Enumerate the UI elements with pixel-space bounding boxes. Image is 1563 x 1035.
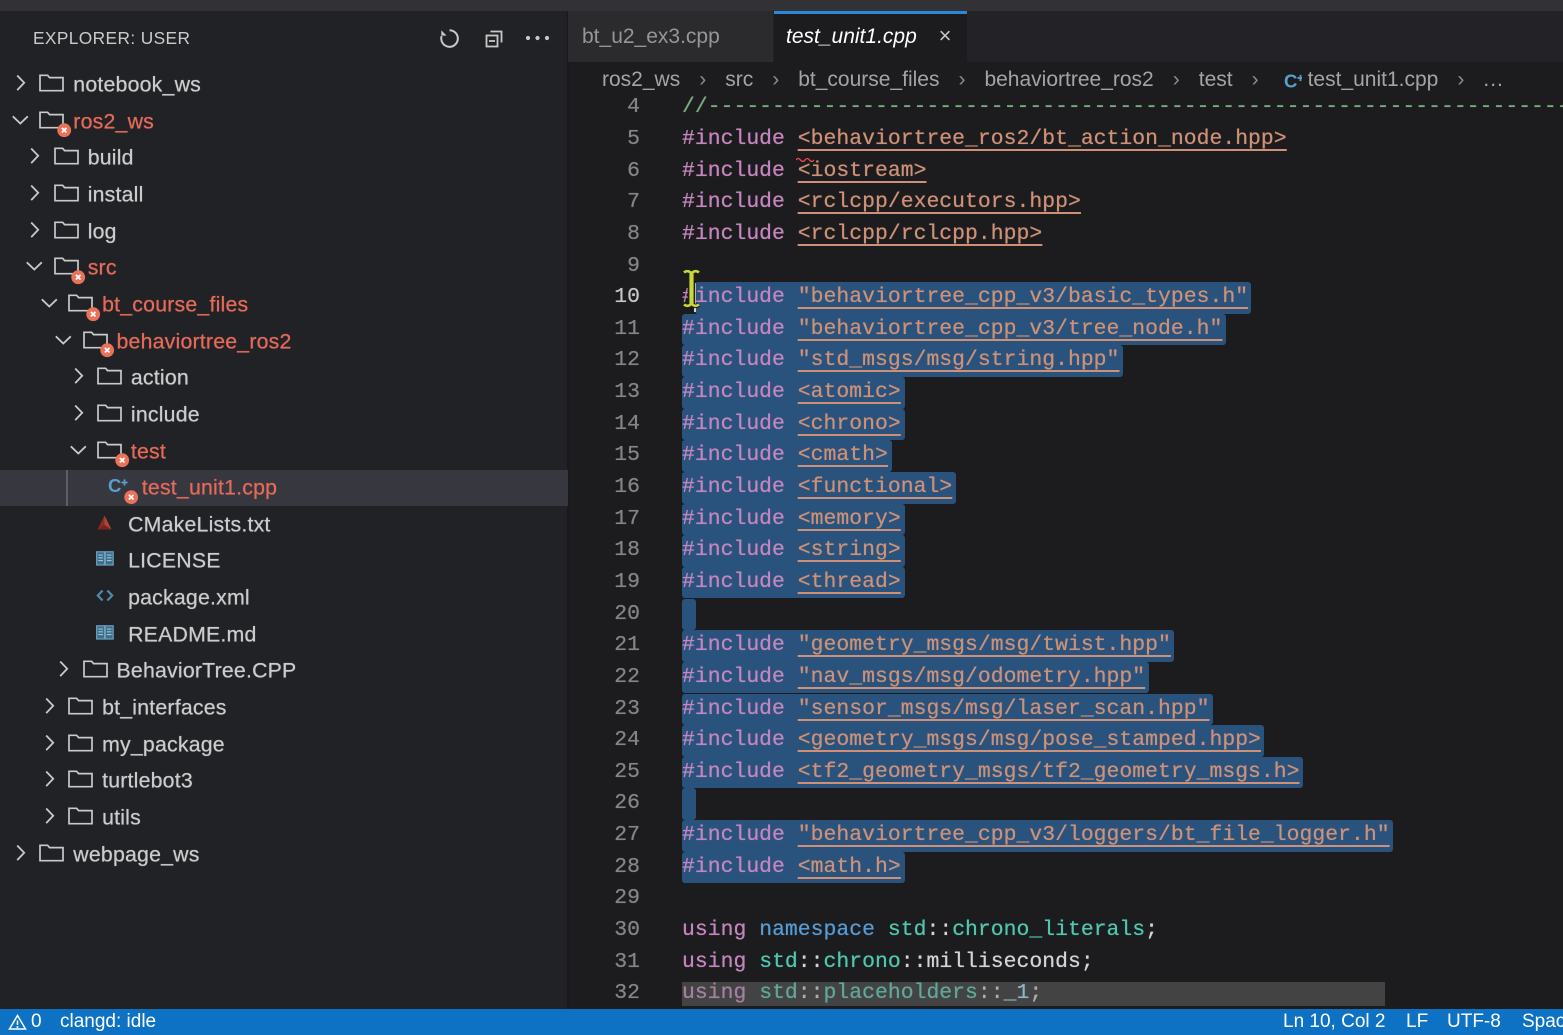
svg-text:C: C <box>1284 71 1297 89</box>
svg-text:C: C <box>108 476 121 496</box>
